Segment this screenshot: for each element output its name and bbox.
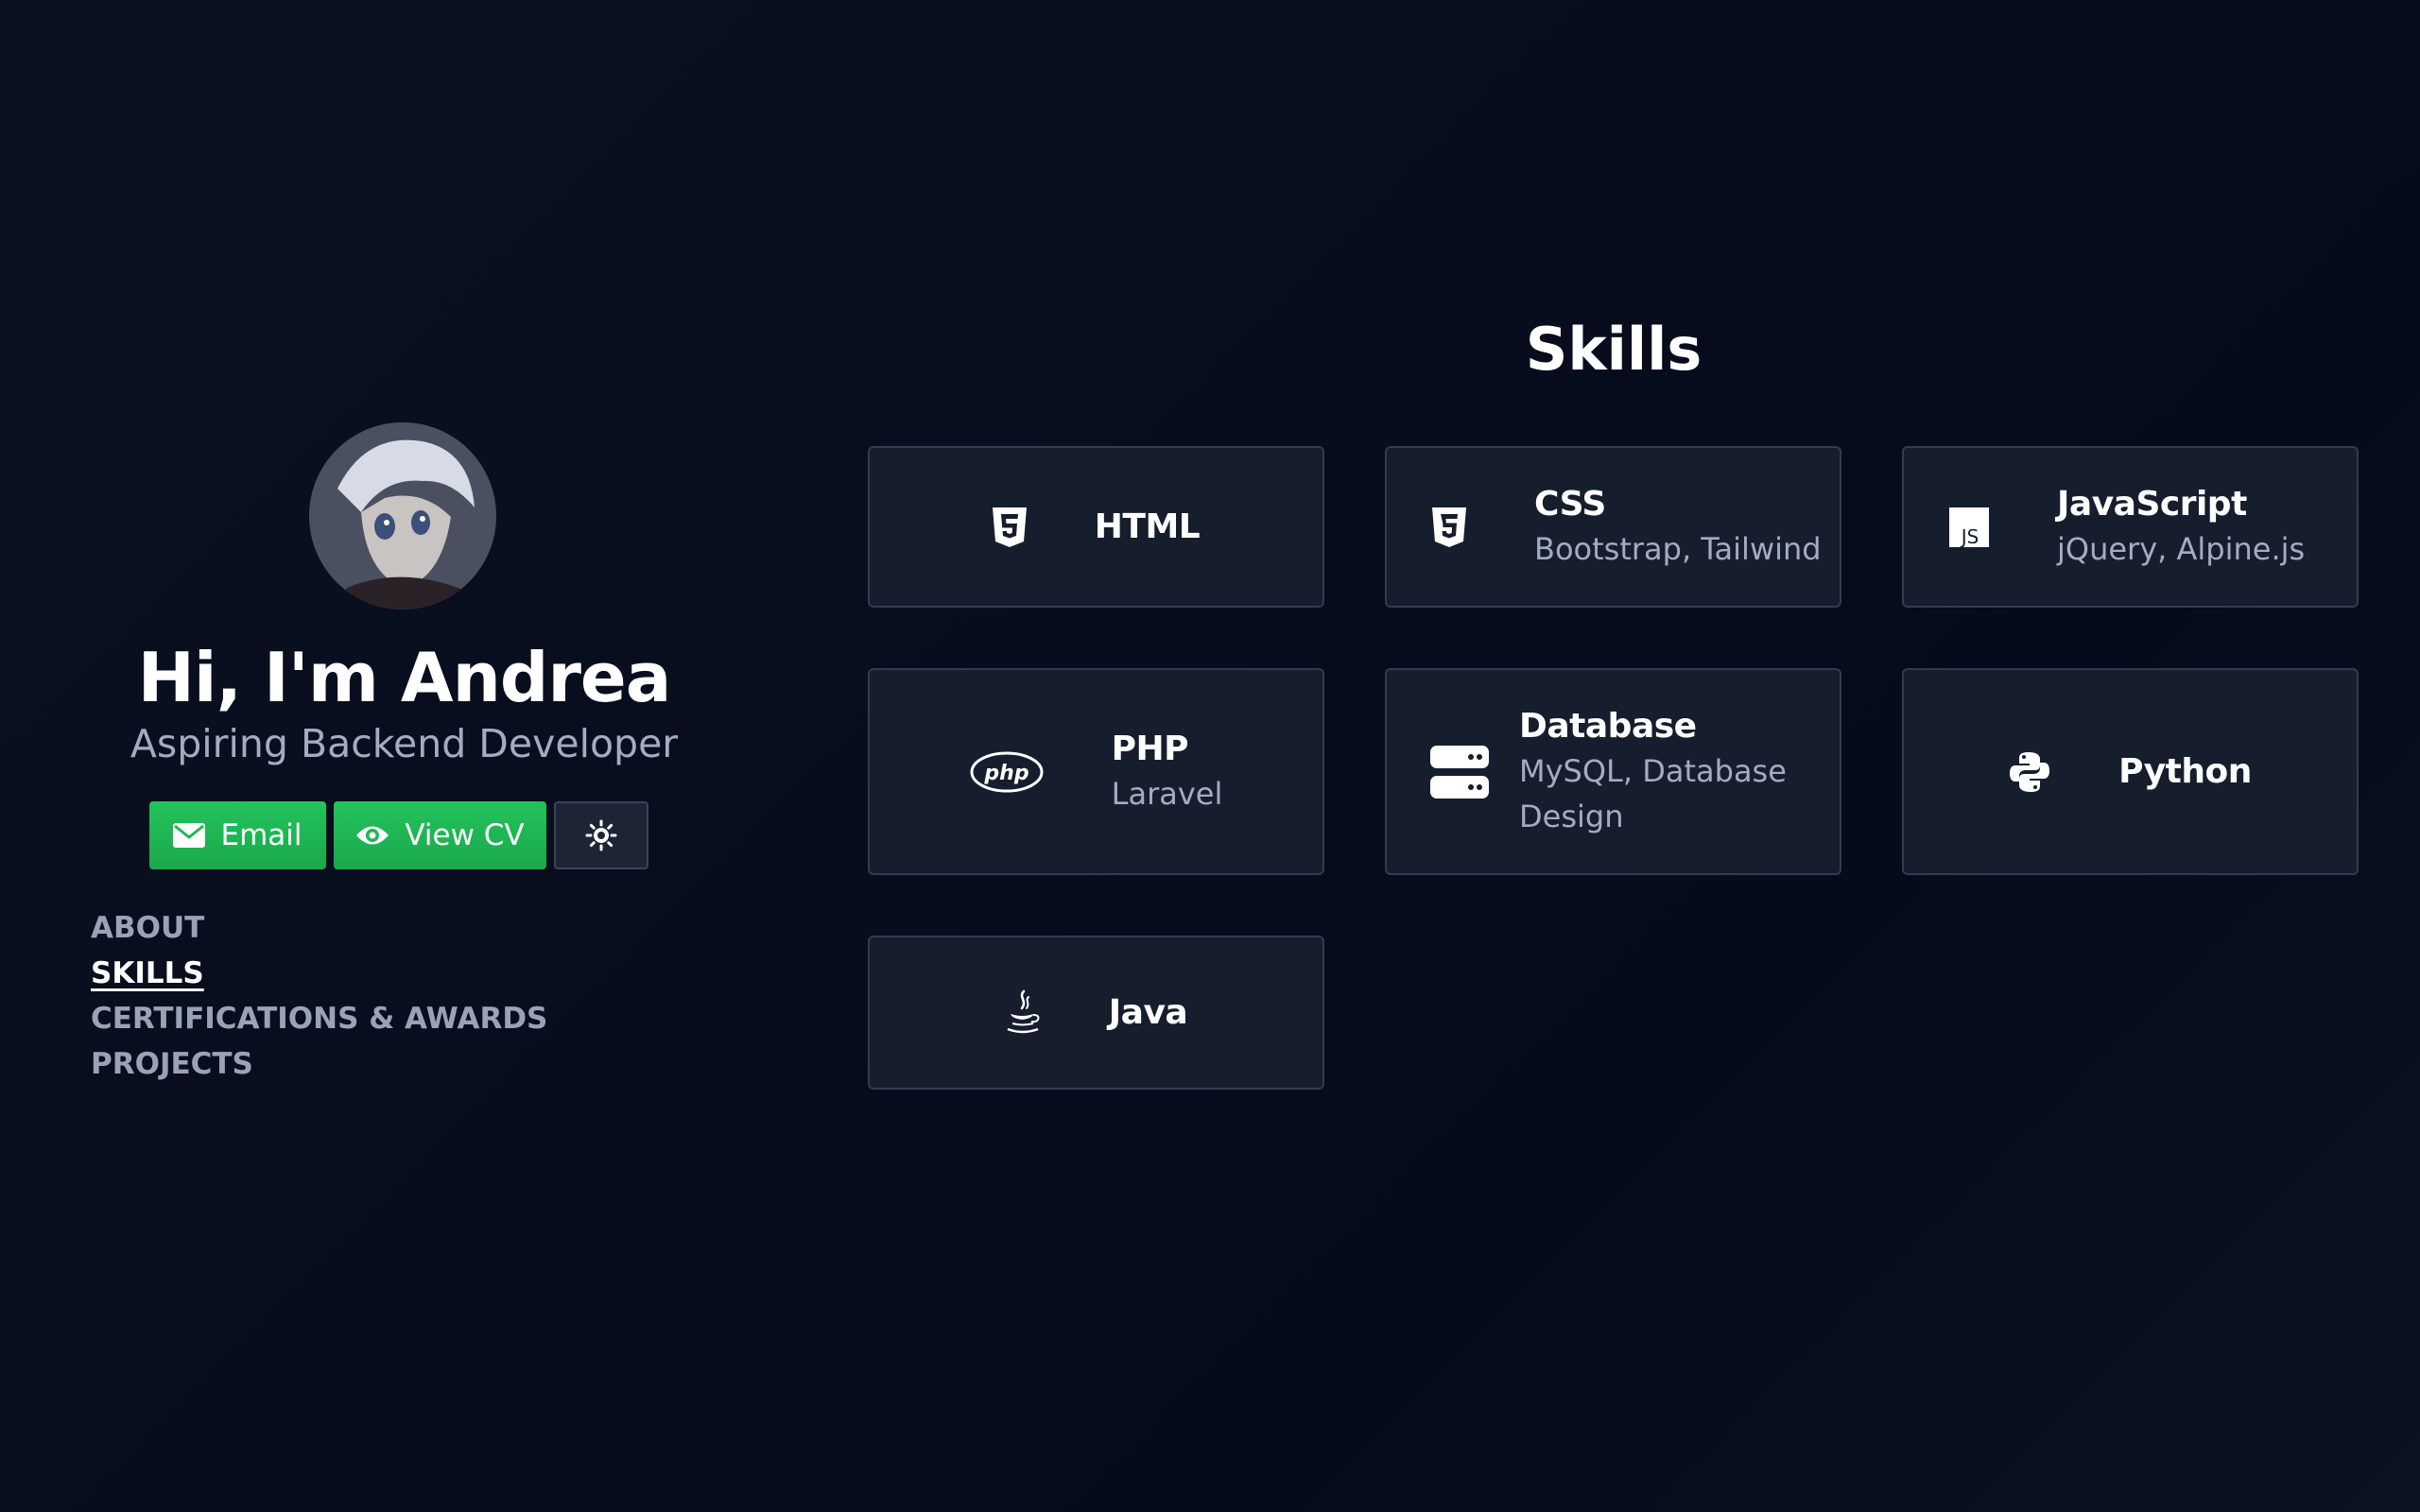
nav-item-projects[interactable]: PROJECTS [91, 1041, 547, 1087]
python-icon [2009, 751, 2050, 793]
skill-name: PHP [1111, 729, 1189, 768]
skill-details: Laravel [1111, 775, 1223, 812]
skill-name: Python [2118, 751, 2252, 791]
svg-text:php: php [983, 762, 1028, 785]
sidebar: Hi, I'm Andrea Aspiring Backend Develope… [0, 0, 808, 1512]
theme-toggle-button[interactable] [554, 801, 648, 869]
skill-name: JavaScript [2057, 484, 2247, 524]
js-icon: JS [1949, 507, 1989, 547]
css3-icon [1432, 507, 1466, 547]
skill-name: Java [1108, 992, 1188, 1032]
nav-item-skills[interactable]: SKILLS [91, 951, 547, 996]
envelope-icon [173, 823, 206, 848]
skill-name: Database [1519, 706, 1697, 746]
java-icon [1005, 989, 1041, 1037]
hero-role: Aspiring Backend Developer [130, 721, 679, 766]
nav-item-about[interactable]: ABOUT [91, 905, 547, 951]
sun-icon [585, 819, 617, 851]
eye-icon [355, 823, 389, 848]
php-icon: php [970, 751, 1044, 793]
action-buttons: Email View CV [149, 801, 648, 869]
skill-card-python: Python [1902, 668, 2359, 875]
skill-name: HTML [1094, 507, 1201, 546]
html5-icon [992, 507, 1027, 547]
view-cv-button[interactable]: View CV [334, 801, 546, 869]
skill-card-database: Database MySQL, Database Design [1385, 668, 1841, 875]
skill-details: MySQL, Database Design [1519, 752, 1787, 834]
email-button[interactable]: Email [149, 801, 326, 869]
skills-grid: HTML CSS Bootstrap, Tailwind JS JavaScri… [868, 446, 2360, 1090]
skill-card-javascript: JS JavaScript jQuery, Alpine.js [1902, 446, 2359, 608]
section-title: Skills [1525, 315, 1703, 384]
avatar [309, 422, 496, 610]
view-cv-button-label: View CV [405, 818, 525, 852]
hero-name: Hi, I'm Andrea [137, 638, 672, 717]
database-icon [1430, 745, 1489, 799]
skill-details: jQuery, Alpine.js [2057, 530, 2306, 567]
email-button-label: Email [220, 818, 302, 852]
skill-card-php: php PHP Laravel [868, 668, 1324, 875]
skill-details: Bootstrap, Tailwind [1534, 530, 1822, 567]
skill-name: CSS [1534, 484, 1606, 524]
svg-text:JS: JS [1960, 525, 1979, 547]
nav-item-certifications[interactable]: CERTIFICATIONS & AWARDS [91, 996, 547, 1041]
section-nav: ABOUT SKILLS CERTIFICATIONS & AWARDS PRO… [91, 905, 547, 1087]
skill-card-java: Java [868, 936, 1324, 1090]
skill-card-css: CSS Bootstrap, Tailwind [1385, 446, 1841, 608]
skill-card-html: HTML [868, 446, 1324, 608]
